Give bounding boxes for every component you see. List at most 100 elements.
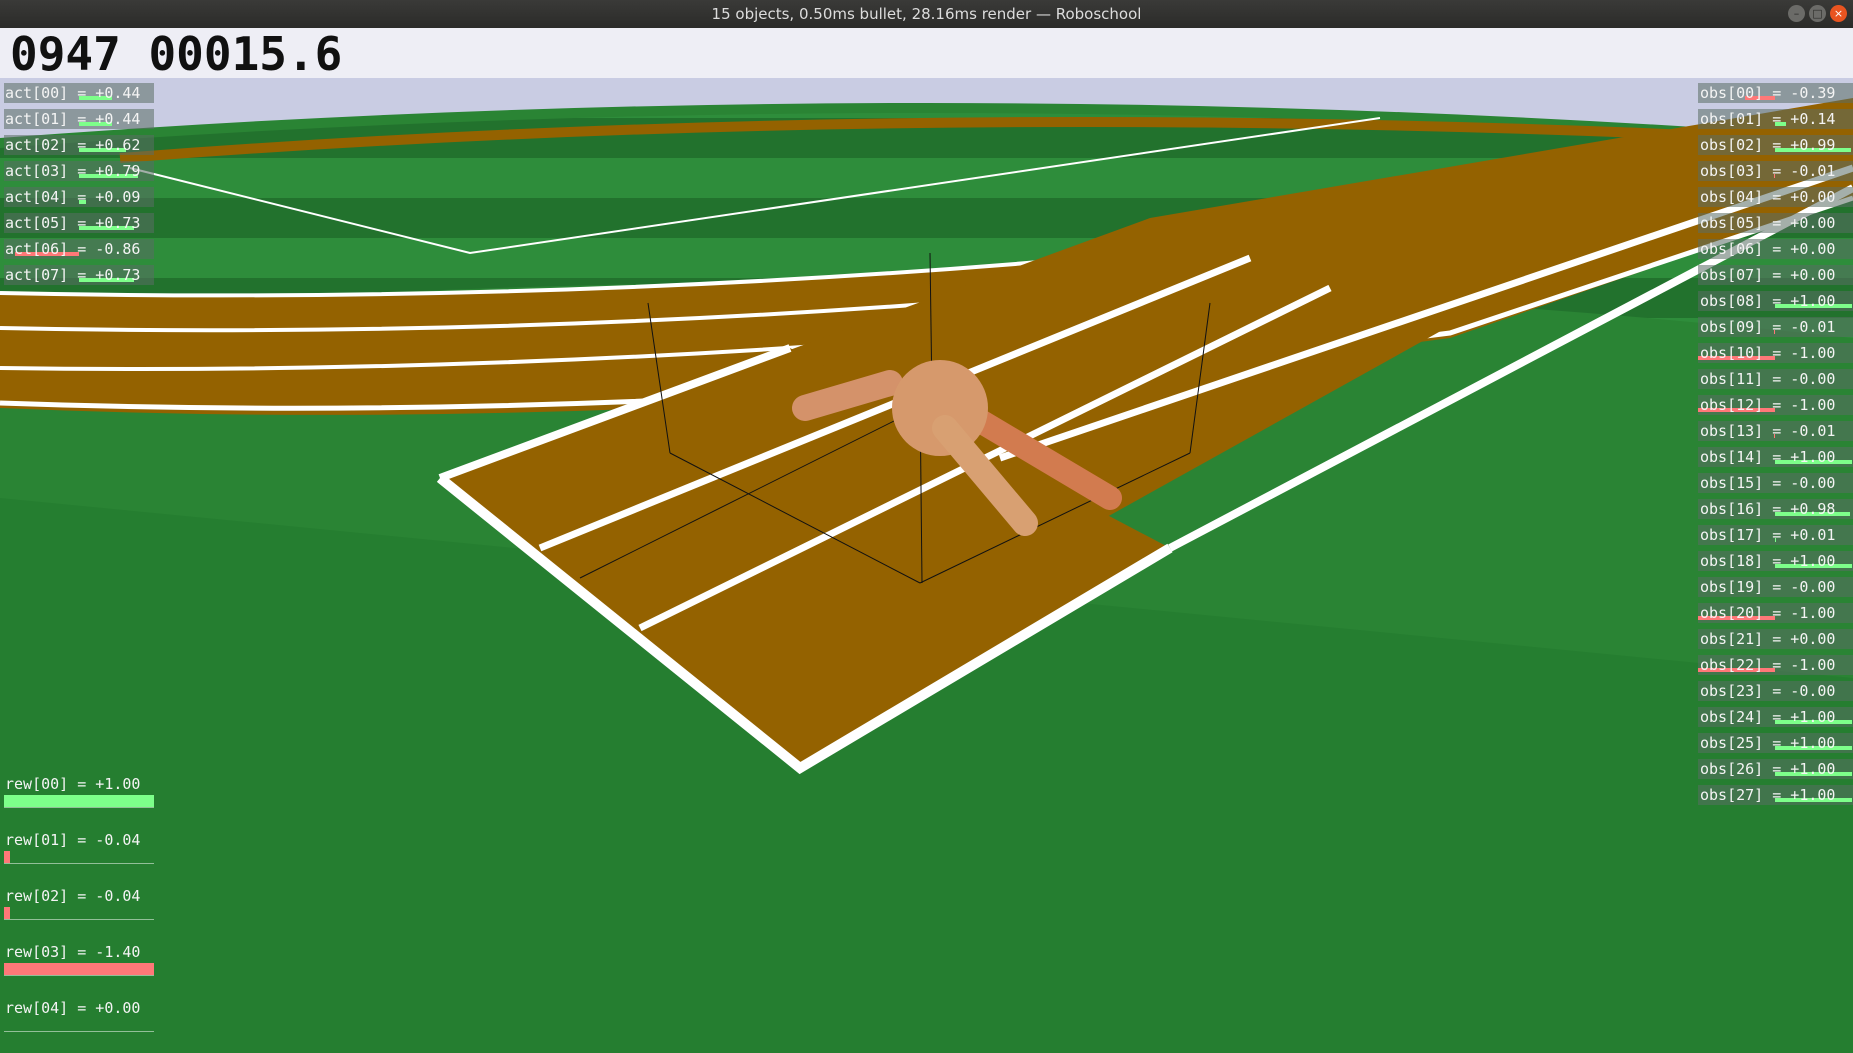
rew-value-fill [4, 907, 10, 919]
act-row: act[04] = +0.09 [4, 187, 154, 207]
frame-score-readout: 0947 00015.6 [10, 30, 342, 78]
obs-row: obs[06] = +0.00 [1698, 239, 1853, 259]
close-icon[interactable]: × [1830, 5, 1847, 22]
obs-row: obs[08] = +1.00 [1698, 291, 1853, 311]
rew-row: rew[04] = +0.00 [4, 997, 154, 1047]
obs-label: obs[20] = -1.00 [1700, 604, 1836, 622]
hud-header: 0947 00015.6 [0, 28, 1853, 78]
rew-row: rew[00] = +1.00 [4, 773, 154, 823]
obs-row: obs[26] = +1.00 [1698, 759, 1853, 779]
obs-row: obs[09] = -0.01 [1698, 317, 1853, 337]
obs-label: obs[17] = +0.01 [1700, 526, 1836, 544]
act-row: act[05] = +0.73 [4, 213, 154, 233]
rew-value-fill [4, 963, 154, 975]
obs-label: obs[18] = +1.00 [1700, 552, 1836, 570]
obs-label: obs[21] = +0.00 [1700, 630, 1836, 648]
act-label: act[00] = +0.44 [5, 84, 141, 102]
obs-row: obs[02] = +0.99 [1698, 135, 1853, 155]
rew-label: rew[02] = -0.04 [5, 887, 141, 905]
obs-label: obs[13] = -0.01 [1700, 422, 1836, 440]
obs-row: obs[12] = -1.00 [1698, 395, 1853, 415]
obs-row: obs[11] = -0.00 [1698, 369, 1853, 389]
3d-viewport[interactable]: act[00] = +0.44 act[01] = +0.44 act[02] = … [0, 78, 1853, 1053]
obs-label: obs[07] = +0.00 [1700, 266, 1836, 284]
obs-row: obs[18] = +1.00 [1698, 551, 1853, 571]
window-controls: – □ × [1788, 5, 1847, 22]
obs-label: obs[05] = +0.00 [1700, 214, 1836, 232]
act-row: act[07] = +0.73 [4, 265, 154, 285]
obs-label: obs[22] = -1.00 [1700, 656, 1836, 674]
obs-row: obs[19] = -0.00 [1698, 577, 1853, 597]
rew-label: rew[03] = -1.40 [5, 943, 141, 961]
obs-row: obs[24] = +1.00 [1698, 707, 1853, 727]
rew-baseline [4, 975, 154, 976]
rew-baseline [4, 807, 154, 808]
obs-row: obs[14] = +1.00 [1698, 447, 1853, 467]
obs-row: obs[05] = +0.00 [1698, 213, 1853, 233]
maximize-icon[interactable]: □ [1809, 5, 1826, 22]
rew-row: rew[02] = -0.04 [4, 885, 154, 935]
act-label: act[03] = +0.79 [5, 162, 141, 180]
score-counter: 00015.6 [148, 27, 343, 81]
obs-row: obs[04] = +0.00 [1698, 187, 1853, 207]
obs-row: obs[10] = -1.00 [1698, 343, 1853, 363]
rew-baseline [4, 1031, 154, 1032]
obs-row: obs[07] = +0.00 [1698, 265, 1853, 285]
obs-label: obs[27] = +1.00 [1700, 786, 1836, 804]
rew-row: rew[01] = -0.04 [4, 829, 154, 879]
obs-row: obs[25] = +1.00 [1698, 733, 1853, 753]
obs-label: obs[08] = +1.00 [1700, 292, 1836, 310]
obs-label: obs[10] = -1.00 [1700, 344, 1836, 362]
minimize-icon[interactable]: – [1788, 5, 1805, 22]
act-row: act[01] = +0.44 [4, 109, 154, 129]
rew-value-fill [4, 851, 10, 863]
act-row: act[02] = +0.62 [4, 135, 154, 155]
obs-row: obs[03] = -0.01 [1698, 161, 1853, 181]
rew-baseline [4, 919, 154, 920]
act-label: act[04] = +0.09 [5, 188, 141, 206]
act-label: act[07] = +0.73 [5, 266, 141, 284]
obs-row: obs[22] = -1.00 [1698, 655, 1853, 675]
obs-row: obs[13] = -0.01 [1698, 421, 1853, 441]
act-row: act[03] = +0.79 [4, 161, 154, 181]
act-label: act[06] = -0.86 [5, 240, 141, 258]
obs-label: obs[15] = -0.00 [1700, 474, 1836, 492]
obs-row: obs[20] = -1.00 [1698, 603, 1853, 623]
obs-row: obs[16] = +0.98 [1698, 499, 1853, 519]
obs-label: obs[09] = -0.01 [1700, 318, 1836, 336]
act-label: act[05] = +0.73 [5, 214, 141, 232]
obs-label: obs[14] = +1.00 [1700, 448, 1836, 466]
act-label: act[01] = +0.44 [5, 110, 141, 128]
obs-label: obs[11] = -0.00 [1700, 370, 1836, 388]
act-label: act[02] = +0.62 [5, 136, 141, 154]
rew-label: rew[04] = +0.00 [5, 999, 141, 1017]
frame-counter: 0947 [10, 27, 121, 81]
rew-row: rew[03] = -1.40 [4, 941, 154, 991]
obs-row: obs[17] = +0.01 [1698, 525, 1853, 545]
rew-label: rew[00] = +1.00 [5, 775, 141, 793]
act-row: act[00] = +0.44 [4, 83, 154, 103]
obs-label: obs[00] = -0.39 [1700, 84, 1836, 102]
obs-row: obs[27] = +1.00 [1698, 785, 1853, 805]
obs-label: obs[04] = +0.00 [1700, 188, 1836, 206]
obs-row: obs[23] = -0.00 [1698, 681, 1853, 701]
obs-label: obs[23] = -0.00 [1700, 682, 1836, 700]
window-titlebar: 15 objects, 0.50ms bullet, 28.16ms rende… [0, 0, 1853, 28]
obs-label: obs[16] = +0.98 [1700, 500, 1836, 518]
act-row: act[06] = -0.86 [4, 239, 154, 259]
obs-label: obs[01] = +0.14 [1700, 110, 1836, 128]
obs-label: obs[25] = +1.00 [1700, 734, 1836, 752]
window-title: 15 objects, 0.50ms bullet, 28.16ms rende… [711, 5, 1142, 23]
obs-label: obs[03] = -0.01 [1700, 162, 1836, 180]
obs-label: obs[24] = +1.00 [1700, 708, 1836, 726]
track-scene [0, 78, 1853, 1053]
obs-label: obs[12] = -1.00 [1700, 396, 1836, 414]
obs-row: obs[21] = +0.00 [1698, 629, 1853, 649]
obs-label: obs[06] = +0.00 [1700, 240, 1836, 258]
obs-row: obs[00] = -0.39 [1698, 83, 1853, 103]
obs-row: obs[01] = +0.14 [1698, 109, 1853, 129]
obs-label: obs[02] = +0.99 [1700, 136, 1836, 154]
obs-row: obs[15] = -0.00 [1698, 473, 1853, 493]
rew-baseline [4, 863, 154, 864]
rew-label: rew[01] = -0.04 [5, 831, 141, 849]
